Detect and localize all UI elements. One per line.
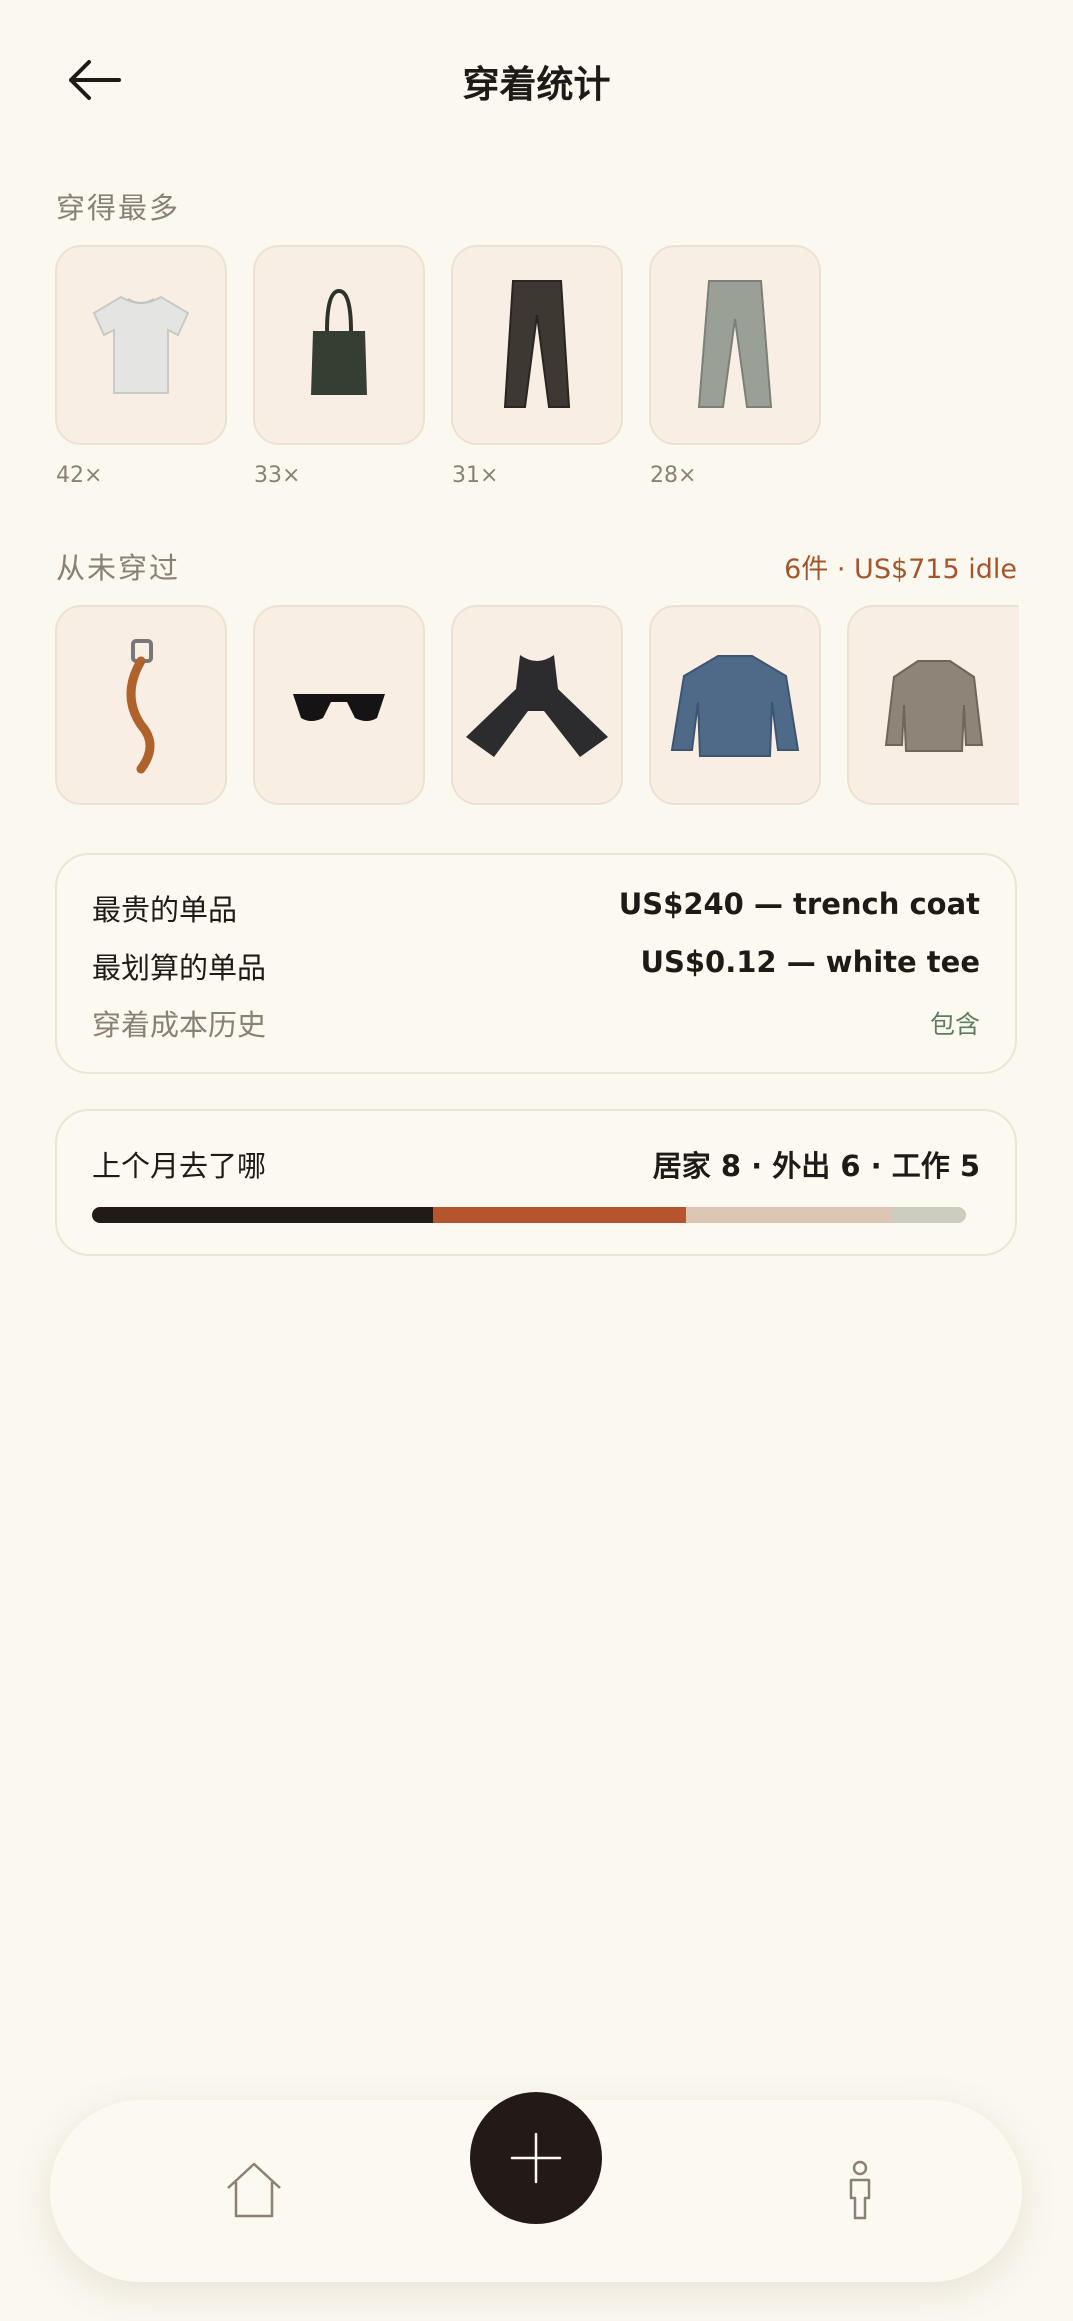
white-tee-image — [92, 295, 190, 394]
blazer-image — [884, 660, 984, 752]
never-worn-item-denim-jacket[interactable] — [649, 605, 821, 805]
home-icon — [227, 2162, 281, 2218]
belt-image — [126, 639, 155, 774]
never-worn-item-blazer[interactable] — [847, 605, 1019, 805]
most-expensive-value: US$240 — trench coat — [618, 887, 980, 921]
person-icon — [849, 2160, 871, 2220]
sunglasses-image — [293, 694, 385, 721]
most-expensive-label: 最贵的单品 — [92, 893, 238, 927]
plus-icon — [510, 2132, 562, 2184]
most-worn-item-trousers[interactable] — [451, 245, 623, 445]
location-bar-segment — [92, 1207, 433, 1223]
most-worn-item-tote-bag[interactable] — [253, 245, 425, 445]
location-bar-segment — [891, 1207, 966, 1223]
location-bar-segment — [432, 1207, 687, 1223]
page-title: 穿着统计 — [462, 63, 611, 106]
header: 穿着统计 — [0, 40, 1073, 120]
cost-history-label: 穿着成本历史 — [92, 1008, 267, 1042]
never-worn-label: 从未穿过 — [56, 551, 181, 585]
count-label: 31× — [452, 463, 499, 488]
last-month-label: 上个月去了哪 — [92, 1149, 267, 1183]
location-distribution-bar — [92, 1207, 966, 1223]
never-worn-summary: 6件 · US$715 idle — [784, 554, 1017, 585]
most-worn-item-white-tee[interactable] — [55, 245, 227, 445]
never-worn-item-belt[interactable] — [55, 605, 227, 805]
location-bar-segment — [686, 1207, 892, 1223]
best-value-value: US$0.12 — white tee — [640, 945, 980, 979]
cost-history-link[interactable]: 包含 — [930, 1005, 980, 1041]
scarf-image — [466, 655, 608, 757]
never-worn-item-scarf[interactable] — [451, 605, 623, 805]
value-card: 最贵的单品 US$240 — trench coat 最划算的单品 US$0.1… — [55, 853, 1017, 1074]
most-worn-item-jeans[interactable] — [649, 245, 821, 445]
count-label: 28× — [650, 463, 697, 488]
best-value-label: 最划算的单品 — [92, 951, 267, 985]
nav-profile-button[interactable] — [828, 2158, 892, 2222]
add-button[interactable] — [470, 2092, 602, 2224]
trousers-image — [503, 280, 571, 408]
count-label: 42× — [56, 463, 103, 488]
nav-home-button[interactable] — [222, 2158, 286, 2222]
count-label: 33× — [254, 463, 301, 488]
never-worn-item-sunglasses[interactable] — [253, 605, 425, 805]
location-card: 上个月去了哪 居家 8 · 外出 6 · 工作 5 — [55, 1109, 1017, 1256]
most-worn-label: 穿得最多 — [56, 191, 181, 225]
location-summary: 居家 8 · 外出 6 · 工作 5 — [652, 1149, 980, 1183]
denim-jacket-image — [670, 655, 800, 757]
jeans-image — [697, 280, 773, 408]
tote-bag-image — [311, 288, 367, 395]
